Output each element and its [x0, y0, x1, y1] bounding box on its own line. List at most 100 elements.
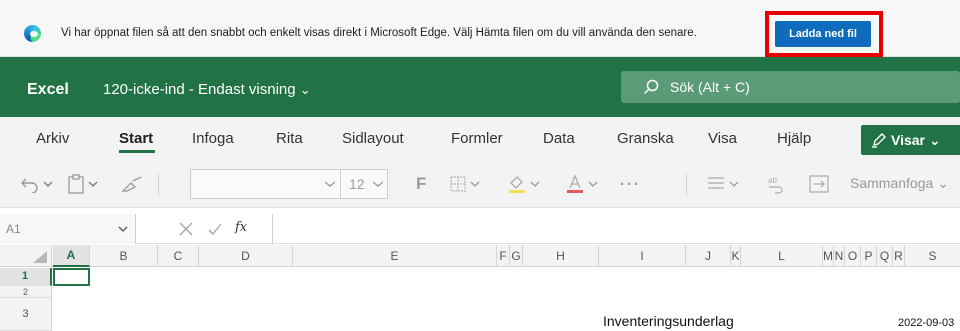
- merge-label[interactable]: Sammanfoga ⌄: [850, 175, 949, 192]
- cell-title[interactable]: Inventeringsunderlag: [603, 313, 734, 329]
- divider: [158, 174, 159, 196]
- search-icon: [643, 79, 659, 95]
- column-header[interactable]: M: [823, 245, 834, 267]
- font-family-select[interactable]: [190, 169, 341, 199]
- column-header[interactable]: R: [893, 245, 905, 267]
- download-file-button[interactable]: Ladda ned fil: [775, 21, 871, 47]
- svg-text:ab: ab: [768, 176, 777, 185]
- column-header[interactable]: P: [861, 245, 877, 267]
- chevron-down-icon: [118, 226, 128, 232]
- merge-label-text: Sammanfoga: [850, 175, 934, 191]
- chevron-down-icon: [729, 181, 739, 187]
- tab-infoga[interactable]: Infoga: [192, 130, 234, 147]
- font-color-icon: [567, 174, 583, 193]
- column-header[interactable]: C: [158, 245, 199, 267]
- divider: [686, 174, 687, 196]
- chevron-down-icon: [530, 181, 540, 187]
- column-header[interactable]: A: [53, 245, 90, 267]
- tab-hjalp[interactable]: Hjälp: [777, 130, 811, 147]
- name-box[interactable]: A1: [0, 214, 136, 244]
- document-title-text: 120-icke-ind - Endast visning: [103, 81, 296, 98]
- column-header[interactable]: N: [834, 245, 845, 267]
- tab-visa[interactable]: Visa: [708, 130, 737, 147]
- view-mode-button[interactable]: Visar ⌄: [861, 125, 960, 155]
- search-box[interactable]: Sök (Alt + C): [621, 71, 960, 103]
- chevron-down-icon: ⌄: [937, 175, 949, 191]
- column-header[interactable]: S: [905, 245, 960, 267]
- column-header[interactable]: Q: [877, 245, 893, 267]
- ribbon-toolbar: 12 F ··· ab Sammanfoga ⌄: [0, 162, 960, 208]
- font-size-select[interactable]: 12: [341, 169, 388, 199]
- bold-button[interactable]: F: [416, 172, 426, 196]
- edge-logo-icon: [24, 25, 41, 42]
- tab-data[interactable]: Data: [543, 130, 575, 147]
- ribbon-tabs: Arkiv Start Infoga Rita Sidlayout Formle…: [0, 117, 960, 162]
- tab-start[interactable]: Start: [119, 130, 153, 147]
- paint-bucket-icon: [509, 176, 525, 193]
- active-tab-indicator: [119, 150, 155, 153]
- column-header[interactable]: D: [199, 245, 293, 267]
- font-color-button[interactable]: [565, 172, 598, 196]
- merge-cells-icon: [809, 175, 829, 193]
- formula-bar: A1 fx: [0, 214, 960, 244]
- merge-button[interactable]: [808, 172, 830, 196]
- check-icon[interactable]: [207, 221, 223, 237]
- font-size-value: 12: [349, 176, 365, 192]
- chevron-down-icon: ⌄: [299, 82, 311, 97]
- row-header[interactable]: 2: [0, 286, 52, 298]
- cell-date[interactable]: 2022-09-03: [898, 317, 954, 329]
- select-all-button[interactable]: [0, 245, 52, 267]
- formula-input[interactable]: [272, 214, 960, 244]
- column-headers: A B C D E F G H I J K L M N O P Q R S: [0, 245, 960, 267]
- clipboard-icon: [68, 174, 84, 194]
- chevron-down-icon: ⌄: [929, 131, 941, 148]
- column-header[interactable]: F: [497, 245, 510, 267]
- select-all-icon: [33, 251, 47, 263]
- align-icon: [708, 177, 724, 189]
- tab-arkiv[interactable]: Arkiv: [36, 130, 69, 147]
- row-header[interactable]: 1: [0, 268, 52, 286]
- document-title[interactable]: 120-icke-ind - Endast visning ⌄: [103, 81, 311, 98]
- wrap-text-icon: ab: [768, 176, 783, 194]
- column-header[interactable]: L: [741, 245, 823, 267]
- wrap-text-button[interactable]: ab: [765, 172, 785, 196]
- column-header[interactable]: E: [293, 245, 497, 267]
- excel-header: Excel 120-icke-ind - Endast visning ⌄ Sö…: [0, 57, 960, 117]
- column-header[interactable]: J: [686, 245, 731, 267]
- column-header[interactable]: B: [90, 245, 158, 267]
- tab-formler[interactable]: Formler: [451, 130, 503, 147]
- chevron-down-icon: [588, 181, 598, 187]
- app-name[interactable]: Excel: [27, 81, 69, 99]
- column-header[interactable]: O: [845, 245, 861, 267]
- column-header[interactable]: G: [510, 245, 523, 267]
- tab-granska[interactable]: Granska: [617, 130, 674, 147]
- paste-button[interactable]: [67, 172, 98, 196]
- insert-function-icon[interactable]: fx: [235, 220, 247, 235]
- undo-icon: [21, 178, 38, 193]
- row-header[interactable]: 3: [0, 298, 52, 331]
- search-input[interactable]: Sök (Alt + C): [670, 79, 750, 95]
- align-button[interactable]: [706, 172, 739, 196]
- chevron-down-icon: [470, 181, 480, 187]
- borders-icon: [450, 176, 466, 192]
- chevron-down-icon: [88, 181, 98, 187]
- view-mode-label: Visar: [891, 132, 925, 148]
- edge-info-bar: Vi har öppnat filen så att den snabbt oc…: [0, 0, 960, 57]
- chevron-down-icon: [43, 181, 53, 187]
- fill-color-button[interactable]: [507, 172, 540, 196]
- format-painter-button[interactable]: [121, 172, 145, 196]
- more-options-button[interactable]: ···: [620, 172, 641, 196]
- column-header[interactable]: H: [523, 245, 599, 267]
- cancel-icon[interactable]: [178, 221, 194, 237]
- spreadsheet-grid: A B C D E F G H I J K L M N O P Q R S 1 …: [0, 245, 960, 331]
- chevron-down-icon: [372, 181, 384, 187]
- column-header[interactable]: I: [599, 245, 686, 267]
- column-header[interactable]: K: [731, 245, 741, 267]
- undo-button[interactable]: [20, 172, 53, 196]
- active-cell[interactable]: [53, 268, 90, 286]
- chevron-down-icon: [324, 181, 336, 187]
- tab-rita[interactable]: Rita: [276, 130, 303, 147]
- tab-sidlayout[interactable]: Sidlayout: [342, 130, 404, 147]
- pencil-icon: [872, 133, 886, 148]
- borders-button[interactable]: [449, 172, 480, 196]
